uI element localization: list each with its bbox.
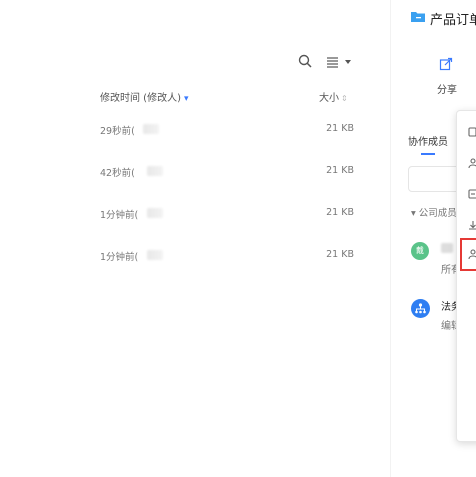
column-header-modified[interactable]: 修改时间 (修改人) ▾ bbox=[100, 89, 189, 104]
panel-title: 产品订单 bbox=[430, 13, 476, 28]
row-size: 21 KB bbox=[326, 249, 354, 260]
table-row[interactable]: 29秒前( 21 KB bbox=[100, 123, 354, 139]
highlight-box bbox=[460, 238, 476, 271]
table-row[interactable]: 1分钟前( 21 KB bbox=[100, 207, 354, 223]
row-modified-time: 1分钟前( bbox=[100, 252, 139, 263]
panel-divider bbox=[390, 0, 391, 477]
sort-descending-icon[interactable]: ▾ bbox=[184, 94, 189, 104]
column-header-size[interactable]: 大小 ⇕ bbox=[319, 89, 348, 104]
row-size: 21 KB bbox=[326, 123, 354, 134]
column-modified-label: 修改时间 (修改人) bbox=[100, 93, 181, 104]
modifier-name-redacted bbox=[147, 250, 163, 260]
modifier-name-redacted bbox=[147, 208, 163, 218]
avatar: 戴 bbox=[411, 242, 429, 260]
column-size-label: 大小 bbox=[319, 93, 339, 104]
modifier-name-redacted bbox=[147, 166, 163, 176]
active-tab-indicator bbox=[421, 153, 435, 155]
company-members-section[interactable]: ▾ 公司成员 bbox=[411, 205, 457, 219]
share-icon[interactable] bbox=[439, 57, 453, 71]
modifier-name-redacted bbox=[143, 124, 159, 134]
list-view-icon[interactable] bbox=[326, 56, 354, 68]
user-icon[interactable] bbox=[468, 158, 476, 168]
row-size: 21 KB bbox=[326, 207, 354, 218]
edit-icon[interactable] bbox=[468, 189, 476, 199]
row-modified-time: 1分钟前( bbox=[100, 210, 139, 221]
row-modified-time: 42秒前( bbox=[100, 168, 135, 179]
org-tree-icon bbox=[415, 303, 426, 314]
table-row[interactable]: 42秒前( 21 KB bbox=[100, 165, 354, 181]
table-row[interactable]: 1分钟前( 21 KB bbox=[100, 249, 354, 265]
row-size: 21 KB bbox=[326, 165, 354, 176]
org-avatar-icon bbox=[411, 299, 430, 318]
row-modified-time: 29秒前( bbox=[100, 126, 135, 137]
share-button[interactable]: 分享 bbox=[437, 81, 457, 96]
sort-icon[interactable]: ⇕ bbox=[341, 94, 348, 103]
tab-members[interactable]: 协作成员 bbox=[408, 133, 448, 148]
member-name-redacted bbox=[441, 243, 453, 253]
document-icon[interactable] bbox=[468, 127, 476, 137]
download-icon[interactable] bbox=[468, 220, 476, 230]
search-icon[interactable] bbox=[298, 54, 312, 68]
folder-icon bbox=[411, 12, 425, 22]
